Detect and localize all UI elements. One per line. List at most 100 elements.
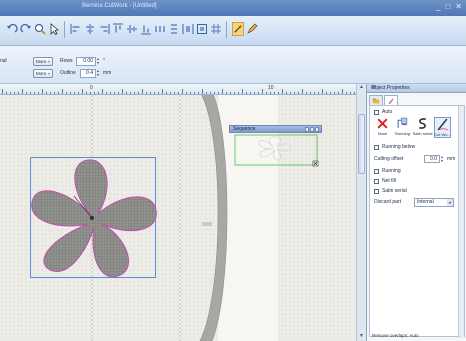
main-toolbar bbox=[0, 16, 466, 46]
select-icon[interactable] bbox=[48, 22, 60, 36]
outline-unit: mm bbox=[103, 70, 112, 76]
ruler-tick bbox=[94, 92, 95, 94]
net-fill-option[interactable]: Net fill bbox=[374, 178, 396, 184]
ruler-tick bbox=[14, 92, 15, 94]
window-title: Bernina CutWork - [Untitled] bbox=[82, 3, 157, 9]
satin-serial-checkbox[interactable] bbox=[374, 188, 379, 194]
ruler-tick bbox=[66, 92, 67, 94]
cutting-offset-input[interactable]: 0.0 bbox=[424, 155, 440, 163]
close-window-button[interactable]: ✕ bbox=[455, 2, 462, 12]
cut-type-none[interactable]: None bbox=[374, 117, 391, 138]
auto-option[interactable]: Auto bbox=[374, 109, 392, 115]
distribute-icon[interactable] bbox=[182, 22, 194, 36]
center-page-icon[interactable] bbox=[196, 22, 208, 36]
align-left-icon[interactable] bbox=[70, 22, 82, 36]
outline-label: Outline bbox=[60, 70, 76, 76]
tab-cut[interactable] bbox=[384, 95, 398, 105]
ruler-label-10: 10 bbox=[268, 85, 274, 91]
properties-tabs bbox=[369, 95, 398, 105]
folder-icon bbox=[372, 98, 380, 103]
flower-shape[interactable] bbox=[24, 152, 164, 284]
remove-overlaps-row[interactable]: Remove overlaps: Auto bbox=[369, 333, 465, 341]
scroll-down-icon[interactable]: ▼ bbox=[357, 333, 366, 341]
ruler-tick bbox=[98, 92, 99, 94]
sequence-pin-icon[interactable] bbox=[305, 127, 309, 132]
ruler-tick bbox=[182, 89, 183, 94]
more-button-2[interactable]: More » bbox=[33, 69, 54, 78]
ruler-tick bbox=[134, 92, 135, 94]
scroll-up-icon[interactable]: ▲ bbox=[357, 84, 366, 92]
discard-part-row: Discard part bbox=[374, 199, 401, 205]
ruler-tick bbox=[110, 92, 111, 94]
ruler-tick bbox=[342, 89, 343, 94]
rows-unit: ° bbox=[103, 58, 105, 64]
maximize-button[interactable]: □ bbox=[445, 2, 450, 12]
cutting-offset-spinner[interactable]: ▴ ▾ bbox=[441, 155, 445, 163]
ruler-tick bbox=[126, 92, 127, 94]
running-below-option[interactable]: Running below bbox=[374, 144, 415, 150]
ruler-tick bbox=[218, 92, 219, 94]
satin-serial-option[interactable]: Satin serial bbox=[374, 188, 407, 194]
ruler-tick bbox=[122, 89, 123, 94]
scroll-thumb[interactable] bbox=[358, 114, 365, 174]
ruler-tick bbox=[318, 92, 319, 94]
align-bottom-icon[interactable] bbox=[140, 22, 152, 36]
ruler-tick bbox=[310, 92, 311, 94]
ruler-tick bbox=[294, 92, 295, 94]
ruler-tick bbox=[50, 92, 51, 94]
close-panel-icon[interactable]: ✕ bbox=[371, 84, 464, 91]
running-checkbox[interactable] bbox=[374, 168, 379, 174]
grid-icon[interactable] bbox=[210, 22, 222, 36]
tab-general[interactable] bbox=[369, 95, 383, 105]
ruler-tick bbox=[238, 92, 239, 94]
none-x-icon bbox=[377, 118, 388, 129]
align-middle-icon[interactable] bbox=[126, 22, 138, 36]
ruler-tick bbox=[234, 92, 235, 94]
outline-input[interactable]: 0.4 bbox=[80, 69, 96, 78]
space-vertical-icon[interactable] bbox=[168, 22, 180, 36]
pen-icon bbox=[388, 98, 394, 104]
ruler-tick bbox=[302, 89, 303, 94]
rows-label: Rows bbox=[60, 58, 73, 64]
sequence-float-icon[interactable] bbox=[310, 127, 314, 132]
ruler-tick bbox=[274, 92, 275, 94]
ruler-tick bbox=[270, 92, 271, 94]
ruler-tick bbox=[346, 92, 347, 94]
net-fill-checkbox[interactable] bbox=[374, 178, 379, 184]
sequence-close-icon[interactable] bbox=[315, 127, 319, 132]
sequence-panel[interactable]: Sequence bbox=[229, 125, 322, 169]
zoom-icon[interactable] bbox=[34, 22, 46, 36]
running-below-checkbox[interactable] bbox=[374, 144, 379, 150]
rows-input[interactable]: 0.00 bbox=[76, 57, 96, 66]
align-center-icon[interactable] bbox=[84, 22, 96, 36]
running-option[interactable]: Running bbox=[374, 168, 401, 174]
cut-type-satin-serial[interactable]: Satin serial bbox=[413, 117, 432, 138]
ruler-label-0: 0 bbox=[90, 85, 93, 91]
sequence-thumbnail[interactable] bbox=[229, 133, 322, 169]
cut-type-cutwork[interactable]: Cut Wo... bbox=[434, 117, 451, 138]
redo-icon[interactable] bbox=[20, 22, 32, 36]
auto-checkbox[interactable] bbox=[374, 109, 379, 115]
properties-scrollbar[interactable] bbox=[458, 106, 464, 338]
rows-spinner[interactable]: ▴ ▾ bbox=[97, 57, 101, 66]
ruler-tick bbox=[18, 92, 19, 94]
ruler-tick bbox=[102, 89, 103, 94]
properties-body: Auto None Running Satin serial Cut Wo...… bbox=[369, 105, 465, 338]
cut-type-running[interactable]: Running bbox=[394, 117, 411, 138]
minimize-button[interactable]: _ bbox=[436, 2, 440, 12]
auto-label: Auto bbox=[382, 109, 393, 115]
discard-part-select[interactable]: Internal ▾ bbox=[414, 198, 454, 207]
align-right-icon[interactable] bbox=[98, 22, 110, 36]
ruler-tick bbox=[90, 92, 91, 94]
space-horizontal-icon[interactable] bbox=[154, 22, 166, 36]
chevron-down-icon: ▾ bbox=[447, 199, 453, 206]
pen-tool-icon[interactable] bbox=[246, 22, 258, 36]
undo-icon[interactable] bbox=[6, 22, 18, 36]
align-top-icon[interactable] bbox=[112, 22, 124, 36]
outline-spinner[interactable]: ▴ ▾ bbox=[97, 69, 101, 78]
ruler-tick bbox=[78, 92, 79, 94]
ruler-tick bbox=[290, 92, 291, 94]
canvas-vertical-scrollbar[interactable]: ▲ ▼ bbox=[356, 84, 366, 341]
more-button-1[interactable]: More » bbox=[33, 57, 54, 66]
magic-wand-icon[interactable] bbox=[232, 22, 244, 36]
